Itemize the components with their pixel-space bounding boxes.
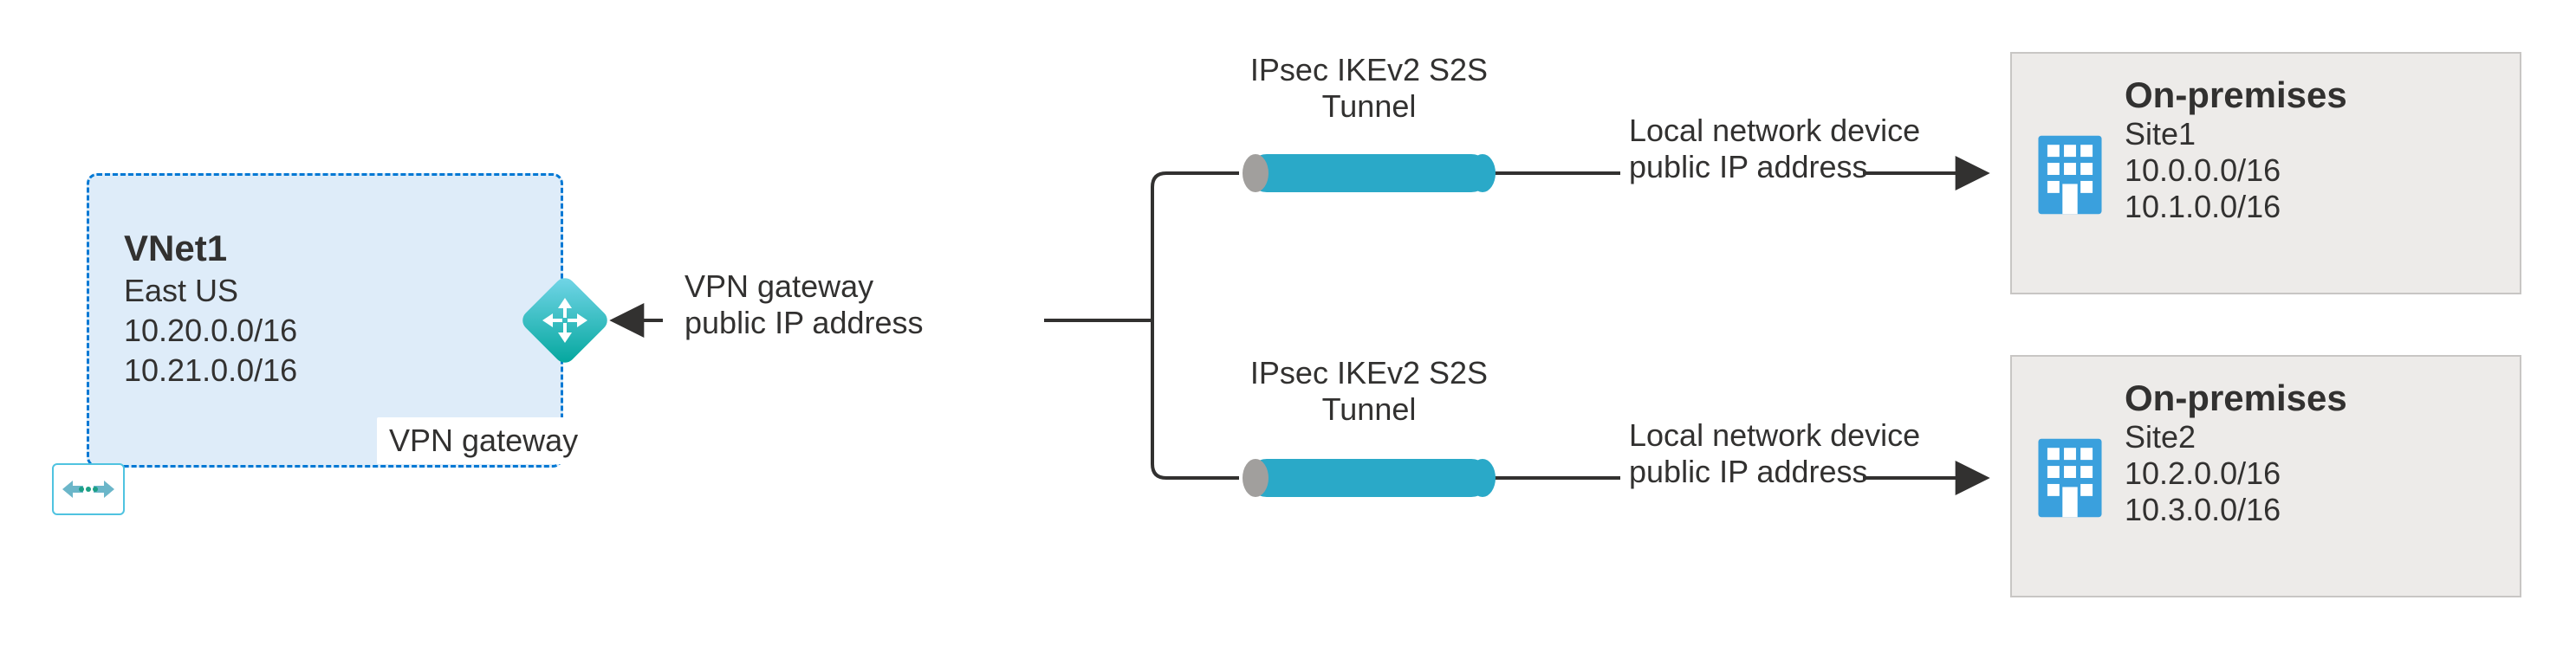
gateway-ip-label: VPN gateway public IP address [685, 268, 924, 341]
local-label-1: Local network device public IP address [1629, 417, 1920, 490]
vpn-gateway-label: VPN gateway [377, 417, 590, 464]
site-box-0: On-premises Site1 10.0.0.0/16 10.1.0.0/1… [2010, 52, 2521, 294]
gateway-ip-line2: public IP address [685, 305, 924, 340]
site0-cidr-0: 10.0.0.0/16 [2125, 152, 2494, 189]
building-icon [2031, 127, 2109, 223]
site1-cidr-1: 10.3.0.0/16 [2125, 492, 2494, 528]
site0-name: Site1 [2125, 116, 2494, 152]
tunnel1-line2: Tunnel [1322, 391, 1417, 427]
vnet-title: VNet1 [124, 228, 297, 269]
site1-cidr-0: 10.2.0.0/16 [2125, 455, 2494, 492]
local1-line1: Local network device [1629, 417, 1920, 453]
tunnel0-line2: Tunnel [1322, 88, 1417, 124]
site-box-1: On-premises Site2 10.2.0.0/16 10.3.0.0/1… [2010, 355, 2521, 597]
tunnel-icon-1 [1248, 459, 1490, 497]
local0-line2: public IP address [1629, 149, 1868, 184]
site1-name: Site2 [2125, 419, 2494, 455]
vnet-cidr-1: 10.21.0.0/16 [124, 352, 297, 389]
site0-title: On-premises [2125, 74, 2494, 116]
building-icon [2031, 430, 2109, 526]
vnet-cidr-0: 10.20.0.0/16 [124, 313, 297, 349]
local0-line1: Local network device [1629, 113, 1920, 148]
site0-cidr-1: 10.1.0.0/16 [2125, 189, 2494, 225]
tunnel1-line1: IPsec IKEv2 S2S [1250, 355, 1488, 391]
local1-line2: public IP address [1629, 454, 1868, 489]
tunnel-label-0: IPsec IKEv2 S2S Tunnel [1226, 52, 1512, 125]
tunnel0-line1: IPsec IKEv2 S2S [1250, 52, 1488, 87]
tunnel-label-1: IPsec IKEv2 S2S Tunnel [1226, 355, 1512, 428]
vpn-gateway-icon [532, 287, 598, 353]
vnet-region: East US [124, 273, 297, 309]
tunnel-icon-0 [1248, 154, 1490, 192]
site1-title: On-premises [2125, 378, 2494, 419]
local-label-0: Local network device public IP address [1629, 113, 1920, 185]
vnet-icon [52, 463, 125, 515]
gateway-ip-line1: VPN gateway [685, 268, 873, 304]
